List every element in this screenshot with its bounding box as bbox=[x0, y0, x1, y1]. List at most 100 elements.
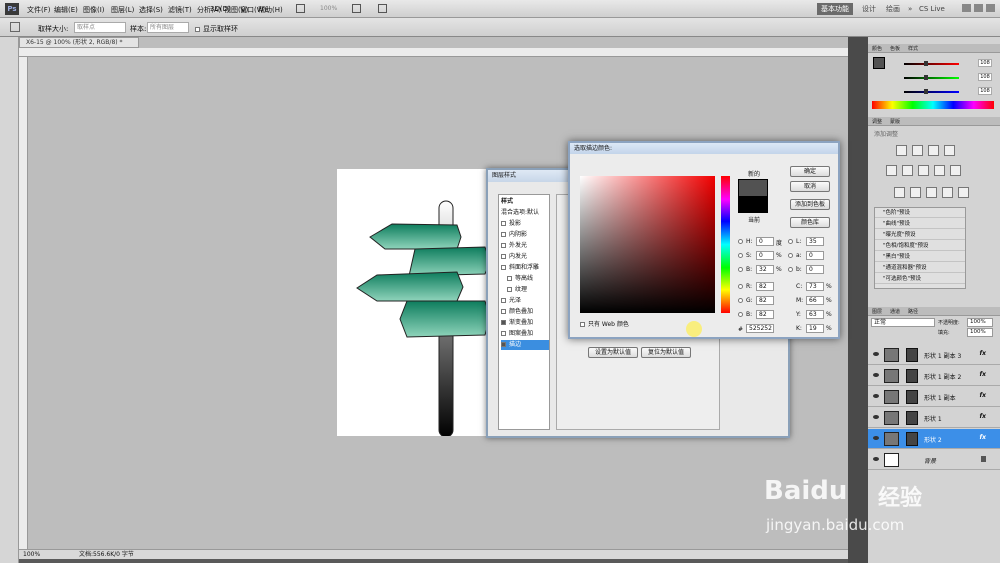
layer-row[interactable]: 形状 1 副本 fx bbox=[868, 387, 1000, 407]
field-l[interactable]: 35 bbox=[806, 237, 824, 246]
style-item-inner-shadow[interactable]: 内阴影 bbox=[501, 230, 549, 240]
black-white-icon[interactable] bbox=[934, 165, 945, 176]
color-ramp[interactable] bbox=[872, 101, 994, 109]
radio-lab-b[interactable] bbox=[788, 267, 793, 272]
color-balance-icon[interactable] bbox=[918, 165, 929, 176]
radio-a[interactable] bbox=[788, 253, 793, 258]
style-item-inner-glow[interactable]: 内发光 bbox=[501, 252, 549, 262]
sample-select[interactable]: 所有图层 bbox=[147, 22, 189, 33]
foreground-swatch[interactable] bbox=[873, 57, 885, 69]
arrange-documents-icon[interactable] bbox=[378, 4, 387, 13]
visibility-icon[interactable] bbox=[873, 373, 879, 377]
visibility-icon[interactable] bbox=[873, 415, 879, 419]
green-slider[interactable] bbox=[904, 75, 959, 80]
visibility-icon[interactable] bbox=[873, 352, 879, 356]
style-item-satin[interactable]: 光泽 bbox=[501, 296, 549, 306]
green-value[interactable]: 108 bbox=[978, 73, 992, 81]
fill-field[interactable]: 100% bbox=[967, 328, 993, 337]
preset-curves[interactable]: "曲线"预设 bbox=[875, 219, 965, 229]
curves-icon[interactable] bbox=[928, 145, 939, 156]
sample-size-select[interactable]: 取样点 bbox=[74, 22, 126, 33]
show-ring-checkbox[interactable]: 显示取样环 bbox=[195, 24, 238, 34]
selective-color-icon[interactable] bbox=[958, 187, 969, 198]
radio-b[interactable] bbox=[738, 267, 743, 272]
preset-black-white[interactable]: "黑白"预设 bbox=[875, 252, 965, 262]
style-item-styles[interactable]: 样式 bbox=[501, 197, 549, 207]
visibility-icon[interactable] bbox=[873, 436, 879, 440]
style-item-pattern-overlay[interactable]: 图案叠加 bbox=[501, 329, 549, 339]
cs-live-button[interactable]: CS Live bbox=[915, 3, 949, 15]
preset-selective-color[interactable]: "可选颜色"预设 bbox=[875, 274, 965, 284]
menu-edit[interactable]: 编辑(E) bbox=[54, 5, 78, 15]
blend-mode-select[interactable]: 正常 bbox=[871, 318, 935, 327]
style-item-texture[interactable]: 纹理 bbox=[501, 285, 549, 295]
color-field[interactable] bbox=[580, 176, 715, 313]
preset-hue-saturation[interactable]: "色相/饱和度"预设 bbox=[875, 241, 965, 251]
color-libraries-button[interactable]: 颜色库 bbox=[790, 217, 830, 228]
field-blue[interactable]: 82 bbox=[756, 310, 774, 319]
radio-blue[interactable] bbox=[738, 312, 743, 317]
levels-icon[interactable] bbox=[912, 145, 923, 156]
bridge-icon[interactable] bbox=[296, 4, 305, 13]
radio-g[interactable] bbox=[738, 298, 743, 303]
style-item-bevel[interactable]: 斜面和浮雕 bbox=[501, 263, 549, 273]
brightness-icon[interactable] bbox=[896, 145, 907, 156]
hand-tool-icon[interactable] bbox=[352, 4, 361, 13]
style-item-outer-glow[interactable]: 外发光 bbox=[501, 241, 549, 251]
posterize-icon[interactable] bbox=[910, 187, 921, 198]
field-g[interactable]: 82 bbox=[756, 296, 774, 305]
photo-filter-icon[interactable] bbox=[950, 165, 961, 176]
blue-value[interactable]: 108 bbox=[978, 87, 992, 95]
field-a[interactable]: 0 bbox=[806, 251, 824, 260]
document-tab[interactable]: X6-15 @ 100% (形状 2, RGB/8) * bbox=[19, 37, 139, 48]
style-item-stroke[interactable]: 描边 bbox=[501, 340, 549, 350]
visibility-icon[interactable] bbox=[873, 394, 879, 398]
tab-paths[interactable]: 路径 bbox=[908, 308, 918, 315]
set-default-button[interactable]: 设置为默认值 bbox=[588, 347, 638, 358]
vibrance-icon[interactable] bbox=[886, 165, 897, 176]
field-h[interactable]: 0 bbox=[756, 237, 774, 246]
cancel-button[interactable]: 取消 bbox=[790, 181, 830, 192]
blue-slider[interactable] bbox=[904, 89, 959, 94]
eyedropper-icon[interactable] bbox=[10, 22, 20, 32]
style-item-color-overlay[interactable]: 颜色叠加 bbox=[501, 307, 549, 317]
layer-row-selected[interactable]: 形状 2 fx bbox=[868, 429, 1000, 449]
menu-select[interactable]: 选择(S) bbox=[139, 5, 163, 15]
hue-saturation-icon[interactable] bbox=[902, 165, 913, 176]
menu-file[interactable]: 文件(F) bbox=[27, 5, 51, 15]
field-y[interactable]: 63 bbox=[806, 310, 824, 319]
field-c[interactable]: 73 bbox=[806, 282, 824, 291]
tab-masks[interactable]: 蒙版 bbox=[890, 118, 900, 125]
tab-adjustments[interactable]: 调整 bbox=[872, 118, 882, 125]
minimize-icon[interactable] bbox=[962, 4, 971, 12]
tab-color[interactable]: 颜色 bbox=[872, 45, 882, 52]
radio-h[interactable] bbox=[738, 239, 743, 244]
radio-s[interactable] bbox=[738, 253, 743, 258]
hue-slider[interactable] bbox=[721, 176, 730, 313]
radio-r[interactable] bbox=[738, 284, 743, 289]
fx-icon[interactable]: fx bbox=[980, 371, 986, 378]
menu-layer[interactable]: 图层(L) bbox=[111, 5, 134, 15]
preset-channel-mixer[interactable]: "通道混和器"预设 bbox=[875, 263, 965, 273]
close-icon[interactable] bbox=[986, 4, 995, 12]
gradient-map-icon[interactable] bbox=[942, 187, 953, 198]
layer-row[interactable]: 形状 1 副本 2 fx bbox=[868, 366, 1000, 386]
canvas[interactable] bbox=[337, 169, 491, 438]
tab-channels[interactable]: 通道 bbox=[890, 308, 900, 315]
style-item-gradient-overlay[interactable]: 渐变叠加 bbox=[501, 318, 549, 328]
exposure-icon[interactable] bbox=[944, 145, 955, 156]
workspace-painting[interactable]: 绘画 bbox=[882, 3, 904, 15]
layer-row[interactable]: 形状 1 副本 3 fx bbox=[868, 345, 1000, 365]
fx-icon[interactable]: fx bbox=[980, 413, 986, 420]
tab-styles[interactable]: 样式 bbox=[908, 45, 918, 52]
layer-row[interactable]: 形状 1 fx bbox=[868, 408, 1000, 428]
tab-layers[interactable]: 图层 bbox=[872, 308, 882, 315]
opacity-field[interactable]: 100% bbox=[967, 318, 993, 327]
field-k[interactable]: 19 bbox=[806, 324, 824, 333]
ok-button[interactable]: 确定 bbox=[790, 166, 830, 177]
style-item-blending[interactable]: 混合选项:默认 bbox=[501, 208, 549, 218]
field-s[interactable]: 0 bbox=[756, 251, 774, 260]
red-value[interactable]: 108 bbox=[978, 59, 992, 67]
fx-icon[interactable]: fx bbox=[980, 392, 986, 399]
red-slider[interactable] bbox=[904, 61, 959, 66]
